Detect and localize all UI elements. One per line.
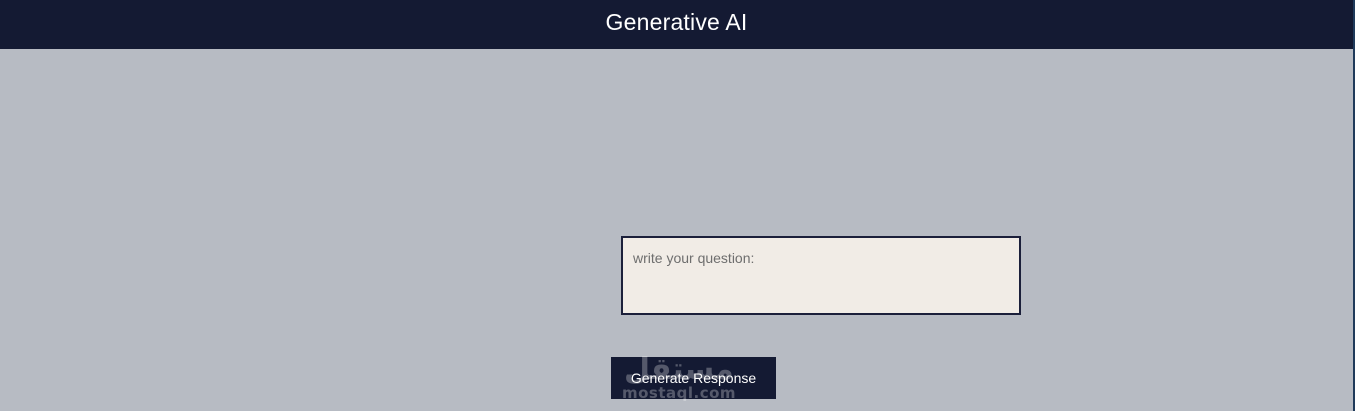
page-title: Generative AI xyxy=(605,9,748,35)
top-header-bar: Generative AI xyxy=(0,0,1353,49)
question-input[interactable] xyxy=(621,236,1021,315)
generate-response-button[interactable]: Generate Response xyxy=(611,357,776,399)
app-window: Generative AI Generate Response مستقل mo… xyxy=(0,0,1355,411)
